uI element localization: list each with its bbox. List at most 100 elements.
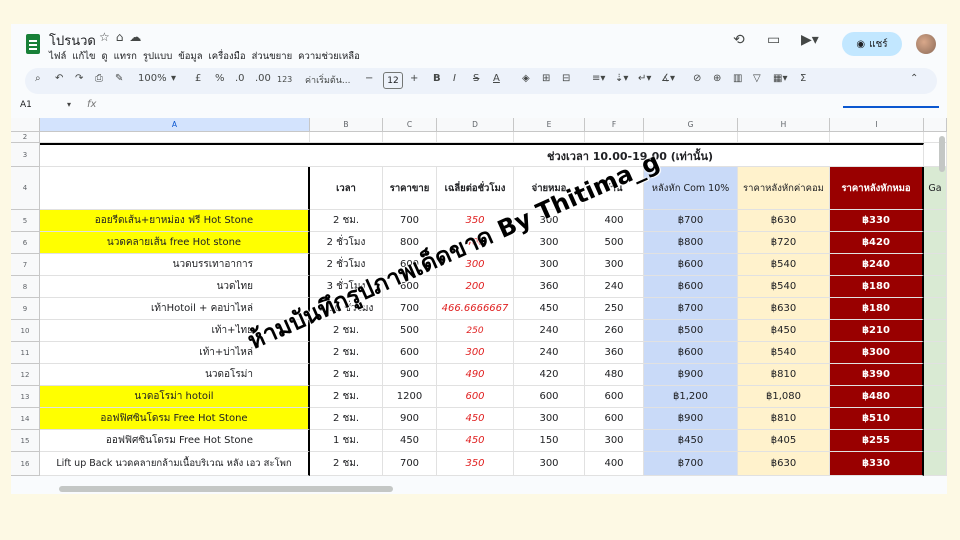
grid-cell[interactable]: 360: [514, 276, 585, 298]
grid-cell[interactable]: 360: [585, 342, 644, 364]
grid-cell[interactable]: 900: [383, 408, 437, 430]
grid-cell[interactable]: 700: [383, 452, 437, 476]
sheets-logo-icon[interactable]: [26, 34, 40, 54]
menu-item-3[interactable]: แทรก: [114, 49, 137, 64]
row-header[interactable]: 11: [11, 342, 40, 364]
menu-item-4[interactable]: รูปแบบ: [143, 49, 172, 64]
grid-cell[interactable]: 400: [585, 452, 644, 476]
grid-cell[interactable]: 600: [585, 408, 644, 430]
grid-cell[interactable]: [514, 132, 585, 143]
grid-cell[interactable]: 240: [585, 276, 644, 298]
grid-cell[interactable]: 300: [514, 452, 585, 476]
document-title[interactable]: โปรนวด: [49, 30, 96, 51]
decrease-decimal-button[interactable]: .0: [235, 73, 245, 84]
grid-cell[interactable]: ฿330: [830, 210, 924, 232]
grid-cell[interactable]: ฿630: [738, 210, 830, 232]
row-header[interactable]: 9: [11, 298, 40, 320]
grid-cell[interactable]: 600: [585, 386, 644, 408]
grid-cell[interactable]: [924, 452, 947, 476]
comment-icon[interactable]: ▭: [767, 32, 780, 48]
strikethrough-button[interactable]: S: [473, 73, 479, 84]
grid-cell[interactable]: 250: [585, 298, 644, 320]
grid-cell[interactable]: ฿450: [644, 430, 738, 452]
redo-icon[interactable]: ↷: [75, 73, 83, 84]
grid-cell[interactable]: 260: [585, 320, 644, 342]
menu-item-5[interactable]: ข้อมูล: [178, 49, 202, 64]
grid-cell[interactable]: ฿450: [738, 320, 830, 342]
grid-cell[interactable]: ฿600: [644, 342, 738, 364]
grid-cell[interactable]: [437, 132, 514, 143]
zoom-select[interactable]: 100%: [138, 73, 167, 84]
grid-cell[interactable]: ฿540: [738, 342, 830, 364]
column-header[interactable]: I: [830, 118, 924, 132]
grid-cell[interactable]: 480: [585, 364, 644, 386]
row-header[interactable]: 15: [11, 430, 40, 452]
grid-cell[interactable]: 600: [514, 386, 585, 408]
grid-cell[interactable]: ฿420: [830, 232, 924, 254]
row-header[interactable]: 16: [11, 452, 40, 476]
grid-cell[interactable]: ฿510: [830, 408, 924, 430]
grid-cell[interactable]: 300: [514, 254, 585, 276]
undo-icon[interactable]: ↶: [55, 73, 63, 84]
grid-cell[interactable]: 2 ชม.: [310, 408, 383, 430]
text-rotate-icon[interactable]: ∡▾: [661, 73, 675, 84]
cloud-status-icon[interactable]: ☁: [129, 30, 141, 44]
grid-cell[interactable]: 700: [383, 210, 437, 232]
search-icon[interactable]: ⌕: [35, 73, 41, 84]
grid-cell[interactable]: 450: [514, 298, 585, 320]
font-size-increase-button[interactable]: +: [410, 73, 418, 84]
grid-cell[interactable]: ฿210: [830, 320, 924, 342]
grid-cell[interactable]: 2 ชม.: [310, 210, 383, 232]
grid-cell[interactable]: ฿390: [830, 364, 924, 386]
grid-cell[interactable]: ฿180: [830, 298, 924, 320]
grid-cell[interactable]: ฿720: [738, 232, 830, 254]
row-header[interactable]: 10: [11, 320, 40, 342]
grid-cell[interactable]: 2 ชม.: [310, 364, 383, 386]
move-folder-icon[interactable]: ⌂: [116, 30, 124, 44]
share-button[interactable]: ◉ แชร์: [842, 32, 902, 56]
grid-cell[interactable]: ฿240: [830, 254, 924, 276]
grid-cell[interactable]: 1200: [383, 386, 437, 408]
grid-cell[interactable]: ฿330: [830, 452, 924, 476]
grid-cell[interactable]: ออยรีดเส้น+ยาหม่อง ฟรี Hot Stone: [40, 210, 310, 232]
grid-cell[interactable]: [738, 132, 830, 143]
grid-cell[interactable]: 240: [514, 320, 585, 342]
grid-cell[interactable]: 400: [585, 210, 644, 232]
header-cell[interactable]: ราคาหลังหักค่าคอม: [738, 167, 830, 210]
name-box[interactable]: A1: [20, 100, 32, 110]
number-format-button[interactable]: 123: [277, 75, 292, 84]
grid-cell[interactable]: 240: [514, 342, 585, 364]
row-header[interactable]: 4: [11, 167, 40, 210]
grid-cell[interactable]: 420: [514, 364, 585, 386]
grid-cell[interactable]: [924, 364, 947, 386]
grid-cell[interactable]: 2 ชม.: [310, 452, 383, 476]
grid-cell[interactable]: 300: [585, 430, 644, 452]
column-header[interactable]: D: [437, 118, 514, 132]
header-cell[interactable]: เฉลี่ยต่อชั่วโมง: [437, 167, 514, 210]
row-header[interactable]: 13: [11, 386, 40, 408]
grid-cell[interactable]: 300: [514, 408, 585, 430]
column-header[interactable]: B: [310, 118, 383, 132]
grid-cell[interactable]: 466.6666667: [437, 298, 514, 320]
grid-cell[interactable]: ฿1,080: [738, 386, 830, 408]
grid-cell[interactable]: 450: [437, 408, 514, 430]
grid-cell[interactable]: ฿800: [644, 232, 738, 254]
grid-cell[interactable]: 490: [437, 364, 514, 386]
font-size-decrease-button[interactable]: −: [365, 73, 373, 84]
grid-cell[interactable]: ฿540: [738, 276, 830, 298]
avatar[interactable]: [916, 34, 936, 54]
menu-item-0[interactable]: ไฟล์: [49, 49, 66, 64]
increase-decimal-button[interactable]: .00: [255, 73, 271, 84]
chevron-down-icon[interactable]: ▾: [171, 73, 176, 84]
filter-icon[interactable]: ▽: [753, 73, 761, 84]
grid-cell[interactable]: 900: [383, 364, 437, 386]
grid-cell[interactable]: ฿700: [644, 210, 738, 232]
header-cell[interactable]: ราคาหลังหักหมอ: [830, 167, 924, 210]
italic-button[interactable]: I: [453, 73, 456, 84]
grid-cell[interactable]: [924, 320, 947, 342]
header-cell[interactable]: เวลา: [310, 167, 383, 210]
percent-button[interactable]: %: [215, 73, 225, 84]
grid-cell[interactable]: ฿300: [830, 342, 924, 364]
vertical-scrollbar[interactable]: [939, 136, 945, 172]
grid-cell[interactable]: 1 ชม.: [310, 430, 383, 452]
